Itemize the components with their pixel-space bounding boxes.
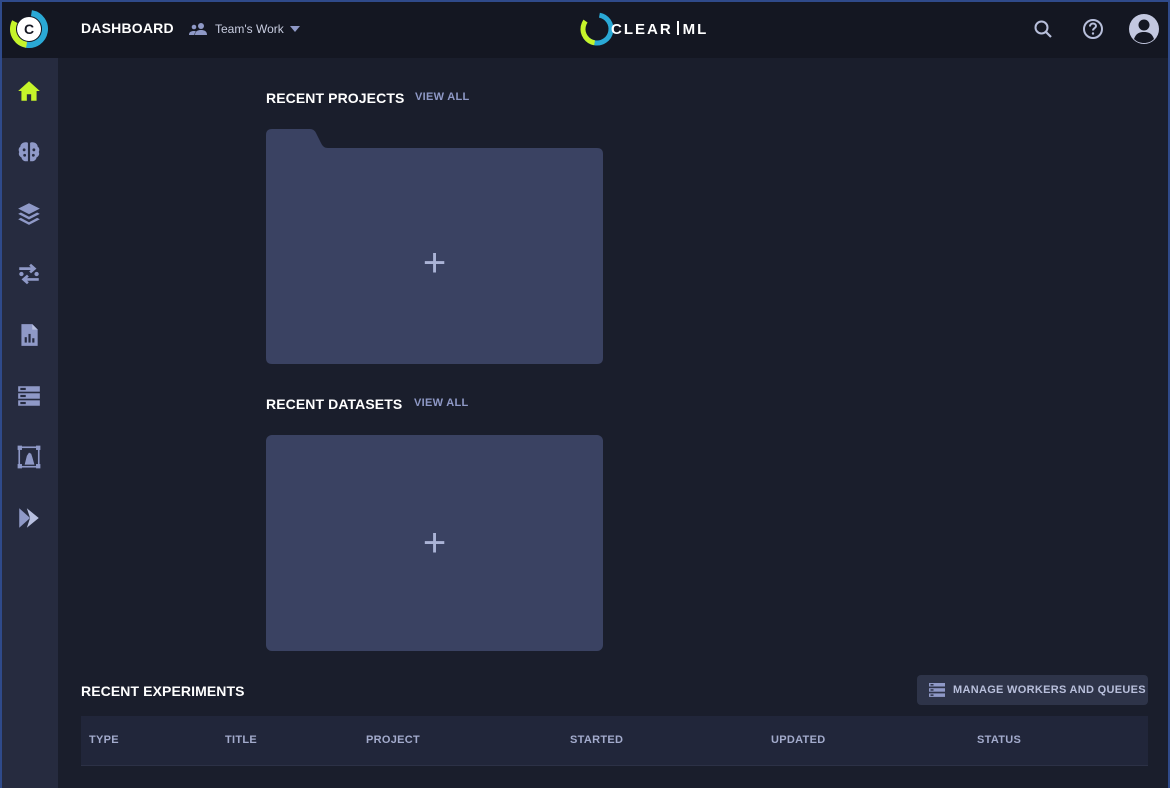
server-icon	[18, 386, 40, 406]
manage-button-label: MANAGE WORKERS AND QUEUES	[953, 684, 1146, 696]
brain-icon	[18, 142, 40, 162]
help-icon	[1083, 19, 1103, 39]
search-button[interactable]	[1029, 15, 1057, 43]
sidebar: C	[0, 0, 58, 788]
add-project-icon: +	[422, 240, 447, 285]
top-header: DASHBOARD Team's Work CLEAR ML	[58, 0, 1170, 58]
add-dataset-icon: +	[422, 521, 447, 565]
brand-logo: CLEAR ML	[577, 9, 708, 49]
column-header-type[interactable]: TYPE	[89, 734, 119, 746]
datasets-view-all-link[interactable]: VIEW ALL	[414, 397, 469, 409]
column-header-status[interactable]: STATUS	[977, 734, 1021, 746]
sidebar-item-annotations[interactable]	[0, 434, 58, 480]
sidebar-item-datasets[interactable]	[0, 190, 58, 236]
column-header-project[interactable]: PROJECT	[366, 734, 420, 746]
sidebar-item-projects[interactable]	[0, 129, 58, 175]
workspace-selector[interactable]: Team's Work	[189, 20, 300, 38]
column-header-updated[interactable]: UPDATED	[771, 734, 825, 746]
page-title: DASHBOARD	[81, 20, 174, 36]
search-icon	[1034, 20, 1052, 38]
sidebar-item-workers[interactable]	[0, 373, 58, 419]
sidebar-item-pipelines[interactable]	[0, 251, 58, 297]
deploy-icon	[19, 508, 39, 528]
annotation-icon	[17, 445, 41, 469]
layers-icon	[18, 203, 40, 225]
pipeline-icon	[19, 263, 39, 285]
user-icon	[1129, 14, 1159, 44]
recent-datasets-title: RECENT DATASETS	[266, 396, 403, 412]
user-avatar[interactable]	[1127, 12, 1161, 46]
sidebar-item-reports[interactable]	[0, 312, 58, 358]
app-logo[interactable]: C	[0, 0, 58, 58]
recent-experiments-title: RECENT EXPERIMENTS	[81, 683, 245, 699]
manage-workers-queues-button[interactable]: MANAGE WORKERS AND QUEUES	[917, 675, 1148, 705]
server-icon	[929, 683, 945, 697]
svg-text:C: C	[24, 21, 34, 37]
brand-text-right: ML	[682, 20, 709, 38]
help-button[interactable]	[1079, 15, 1107, 43]
projects-view-all-link[interactable]: VIEW ALL	[415, 91, 470, 103]
home-icon	[18, 81, 40, 101]
recent-projects-title: RECENT PROJECTS	[266, 90, 405, 106]
sidebar-item-home[interactable]	[0, 68, 58, 114]
window-frame	[0, 0, 1170, 788]
brand-text-left: CLEAR	[611, 20, 673, 38]
experiments-table-header: TYPE TITLE PROJECT STARTED UPDATED STATU…	[81, 716, 1148, 766]
team-icon	[189, 23, 207, 35]
column-header-title[interactable]: TITLE	[225, 734, 257, 746]
new-dataset-card[interactable]: +	[266, 435, 603, 651]
report-icon	[21, 324, 38, 346]
clearml-logo-icon: C	[10, 10, 48, 48]
chevron-down-icon	[289, 26, 300, 32]
workspace-label: Team's Work	[215, 22, 284, 36]
sidebar-item-deploy[interactable]	[0, 495, 58, 541]
new-project-card[interactable]: +	[266, 129, 603, 364]
column-header-started[interactable]: STARTED	[570, 734, 623, 746]
